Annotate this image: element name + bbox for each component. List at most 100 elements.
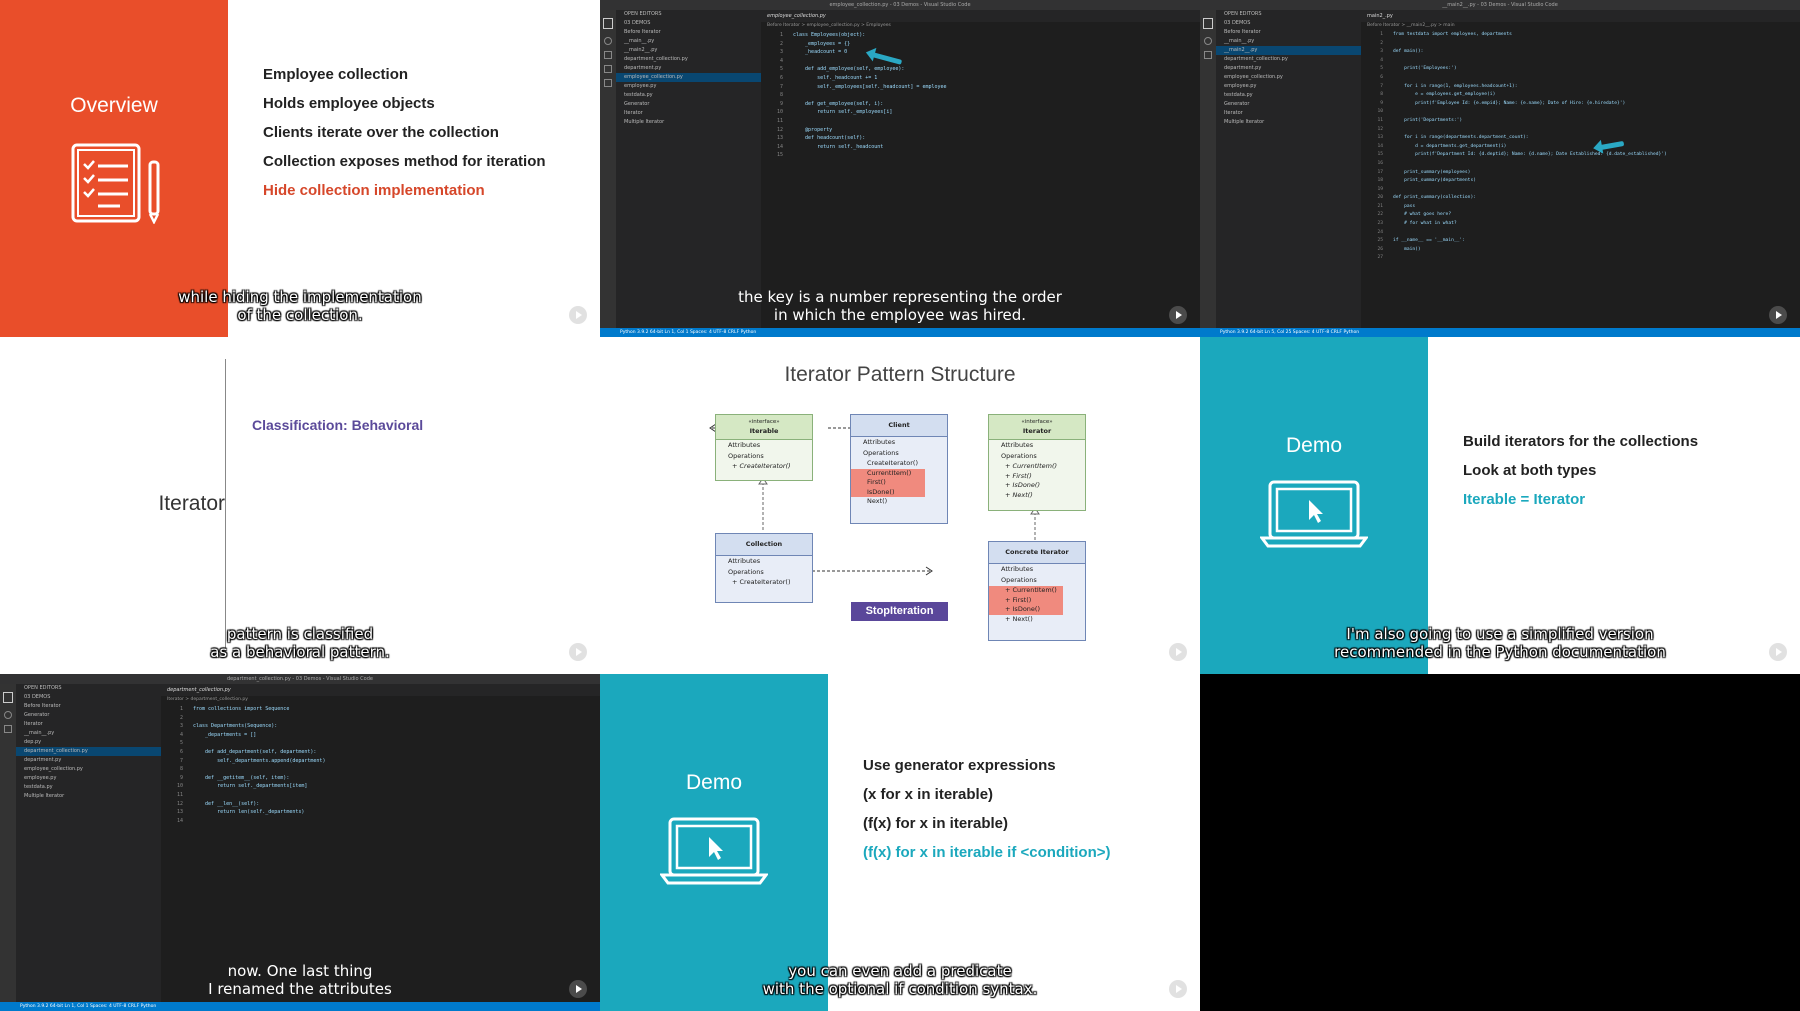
play-button-icon[interactable] xyxy=(1169,980,1187,998)
sidebar-item[interactable]: Multiple Iterator xyxy=(1216,118,1361,127)
code-line[interactable]: 15 xyxy=(761,151,1200,160)
sidebar-item[interactable]: OPEN EDITORS xyxy=(1216,10,1361,19)
sidebar-item[interactable]: employee_collection.py xyxy=(1216,73,1361,82)
code-line[interactable]: 13 def headcount(self): xyxy=(761,134,1200,143)
code-line[interactable]: 3 _headcount = 0 xyxy=(761,48,1200,57)
sidebar-item[interactable]: Generator xyxy=(1216,100,1361,109)
sidebar-item[interactable]: Generator xyxy=(616,100,761,109)
sidebar-item[interactable]: __main2__.py xyxy=(1216,46,1361,55)
extensions-icon[interactable] xyxy=(604,79,612,87)
sidebar-item[interactable]: Generator xyxy=(16,711,161,720)
code-line[interactable]: 27 xyxy=(1361,254,1800,263)
sidebar-item[interactable]: employee.py xyxy=(1216,82,1361,91)
sidebar-item[interactable]: testdata.py xyxy=(1216,91,1361,100)
code-line[interactable]: 13 for i in range(departments.department… xyxy=(1361,134,1800,143)
sidebar-item[interactable]: Multiple Iterator xyxy=(616,118,761,127)
sidebar-item[interactable]: __main2__.py xyxy=(616,46,761,55)
code-line[interactable]: 5 print('Employees:') xyxy=(1361,65,1800,74)
code-line[interactable]: 11 xyxy=(761,117,1200,126)
code-editor[interactable]: 1 class Employees(object): 2 _employees = … xyxy=(761,31,1200,160)
sidebar-item[interactable]: OPEN EDITORS xyxy=(616,10,761,19)
code-line[interactable]: 2 xyxy=(1361,40,1800,49)
code-editor[interactable]: 1 from collections import Sequence 2 3 class… xyxy=(161,705,600,825)
editor-tab[interactable]: main2_.py xyxy=(1361,10,1800,22)
sidebar-item[interactable]: Iterator xyxy=(16,720,161,729)
code-line[interactable]: 1 from testdata import employees, departm… xyxy=(1361,31,1800,40)
code-line[interactable]: 6 def add_department(self, department): xyxy=(161,748,600,757)
play-button-icon[interactable] xyxy=(1169,306,1187,324)
play-button-icon[interactable] xyxy=(569,306,587,324)
sidebar-item[interactable]: Before Iterator xyxy=(616,28,761,37)
code-line[interactable]: 11 xyxy=(161,791,600,800)
run-icon[interactable] xyxy=(604,65,612,73)
play-button-icon[interactable] xyxy=(1169,643,1187,661)
sidebar-item[interactable]: Before Iterator xyxy=(16,702,161,711)
source-control-icon[interactable] xyxy=(4,725,12,733)
search-icon[interactable] xyxy=(604,37,612,45)
sidebar-item[interactable]: employee.py xyxy=(616,82,761,91)
search-icon[interactable] xyxy=(1204,37,1212,45)
code-line[interactable]: 8 xyxy=(161,765,600,774)
sidebar-item[interactable]: department_collection.py xyxy=(1216,55,1361,64)
code-line[interactable]: 8 xyxy=(761,91,1200,100)
sidebar-item[interactable]: Iterator xyxy=(616,109,761,118)
code-line[interactable]: 13 return len(self._departments) xyxy=(161,808,600,817)
code-line[interactable]: 7 self._departments.append(department) xyxy=(161,757,600,766)
code-line[interactable]: 14 xyxy=(161,817,600,826)
code-line[interactable]: 26 main() xyxy=(1361,246,1800,255)
code-line[interactable]: 21 pass xyxy=(1361,203,1800,212)
code-line[interactable]: 9 def get_employee(self, i): xyxy=(761,100,1200,109)
play-button-icon[interactable] xyxy=(569,643,587,661)
play-button-icon[interactable] xyxy=(569,980,587,998)
sidebar-item[interactable]: employee.py xyxy=(16,774,161,783)
code-line[interactable]: 20 def print_summary(collection): xyxy=(1361,194,1800,203)
source-control-icon[interactable] xyxy=(1204,51,1212,59)
source-control-icon[interactable] xyxy=(604,51,612,59)
code-line[interactable]: 15 print(f'Department Id: {d.deptid}; Na… xyxy=(1361,151,1800,160)
code-line[interactable]: 17 print_summary(employees) xyxy=(1361,169,1800,178)
sidebar-item[interactable]: __main__.py xyxy=(616,37,761,46)
code-line[interactable]: 11 print('Departments:') xyxy=(1361,117,1800,126)
code-line[interactable]: 4 xyxy=(761,57,1200,66)
sidebar-item[interactable]: department.py xyxy=(1216,64,1361,73)
editor-tab[interactable]: department_collection.py xyxy=(161,684,600,696)
code-line[interactable]: 2 xyxy=(161,714,600,723)
sidebar-item[interactable]: department.py xyxy=(616,64,761,73)
code-line[interactable]: 4 xyxy=(1361,57,1800,66)
sidebar-item[interactable]: employee_collection.py xyxy=(16,765,161,774)
play-button-icon[interactable] xyxy=(1769,306,1787,324)
sidebar-item[interactable]: Before Iterator xyxy=(1216,28,1361,37)
code-line[interactable]: 6 xyxy=(1361,74,1800,83)
code-editor[interactable]: 1 from testdata import employees, departm… xyxy=(1361,31,1800,263)
sidebar-item[interactable]: employee_collection.py xyxy=(616,73,761,82)
code-line[interactable]: 24 xyxy=(1361,229,1800,238)
sidebar-item[interactable]: 03 DEMOS xyxy=(16,693,161,702)
code-line[interactable]: 1 class Employees(object): xyxy=(761,31,1200,40)
code-line[interactable]: 1 from collections import Sequence xyxy=(161,705,600,714)
code-line[interactable]: 12 def __len__(self): xyxy=(161,800,600,809)
code-line[interactable]: 23 # for what in what? xyxy=(1361,220,1800,229)
explorer-icon[interactable] xyxy=(1203,18,1213,29)
code-line[interactable]: 14 d = departments.get_department(i) xyxy=(1361,143,1800,152)
code-line[interactable]: 10 return self._employees[i] xyxy=(761,108,1200,117)
code-line[interactable]: 12 @property xyxy=(761,126,1200,135)
code-line[interactable]: 22 # what goes here? xyxy=(1361,211,1800,220)
code-line[interactable]: 6 self._headcount += 1 xyxy=(761,74,1200,83)
code-line[interactable]: 3 def main(): xyxy=(1361,48,1800,57)
code-line[interactable]: 9 def __getitem__(self, item): xyxy=(161,774,600,783)
code-line[interactable]: 7 for i in range(1, employees.headcount+… xyxy=(1361,83,1800,92)
sidebar-item[interactable]: Multiple Iterator xyxy=(16,792,161,801)
sidebar-item[interactable]: testdata.py xyxy=(616,91,761,100)
code-line[interactable]: 19 xyxy=(1361,186,1800,195)
sidebar-item[interactable]: 03 DEMOS xyxy=(616,19,761,28)
sidebar-item[interactable]: testdata.py xyxy=(16,783,161,792)
code-line[interactable]: 12 xyxy=(1361,126,1800,135)
code-line[interactable]: 14 return self._headcount xyxy=(761,143,1200,152)
code-line[interactable]: 5 def add_employee(self, employee): xyxy=(761,65,1200,74)
sidebar-item[interactable]: OPEN EDITORS xyxy=(16,684,161,693)
sidebar-item[interactable]: Iterator xyxy=(1216,109,1361,118)
sidebar-item[interactable]: department.py xyxy=(16,756,161,765)
code-line[interactable]: 9 print(f'Employee Id: {e.empid}; Name: … xyxy=(1361,100,1800,109)
code-line[interactable]: 5 xyxy=(161,739,600,748)
play-button-icon[interactable] xyxy=(1769,643,1787,661)
